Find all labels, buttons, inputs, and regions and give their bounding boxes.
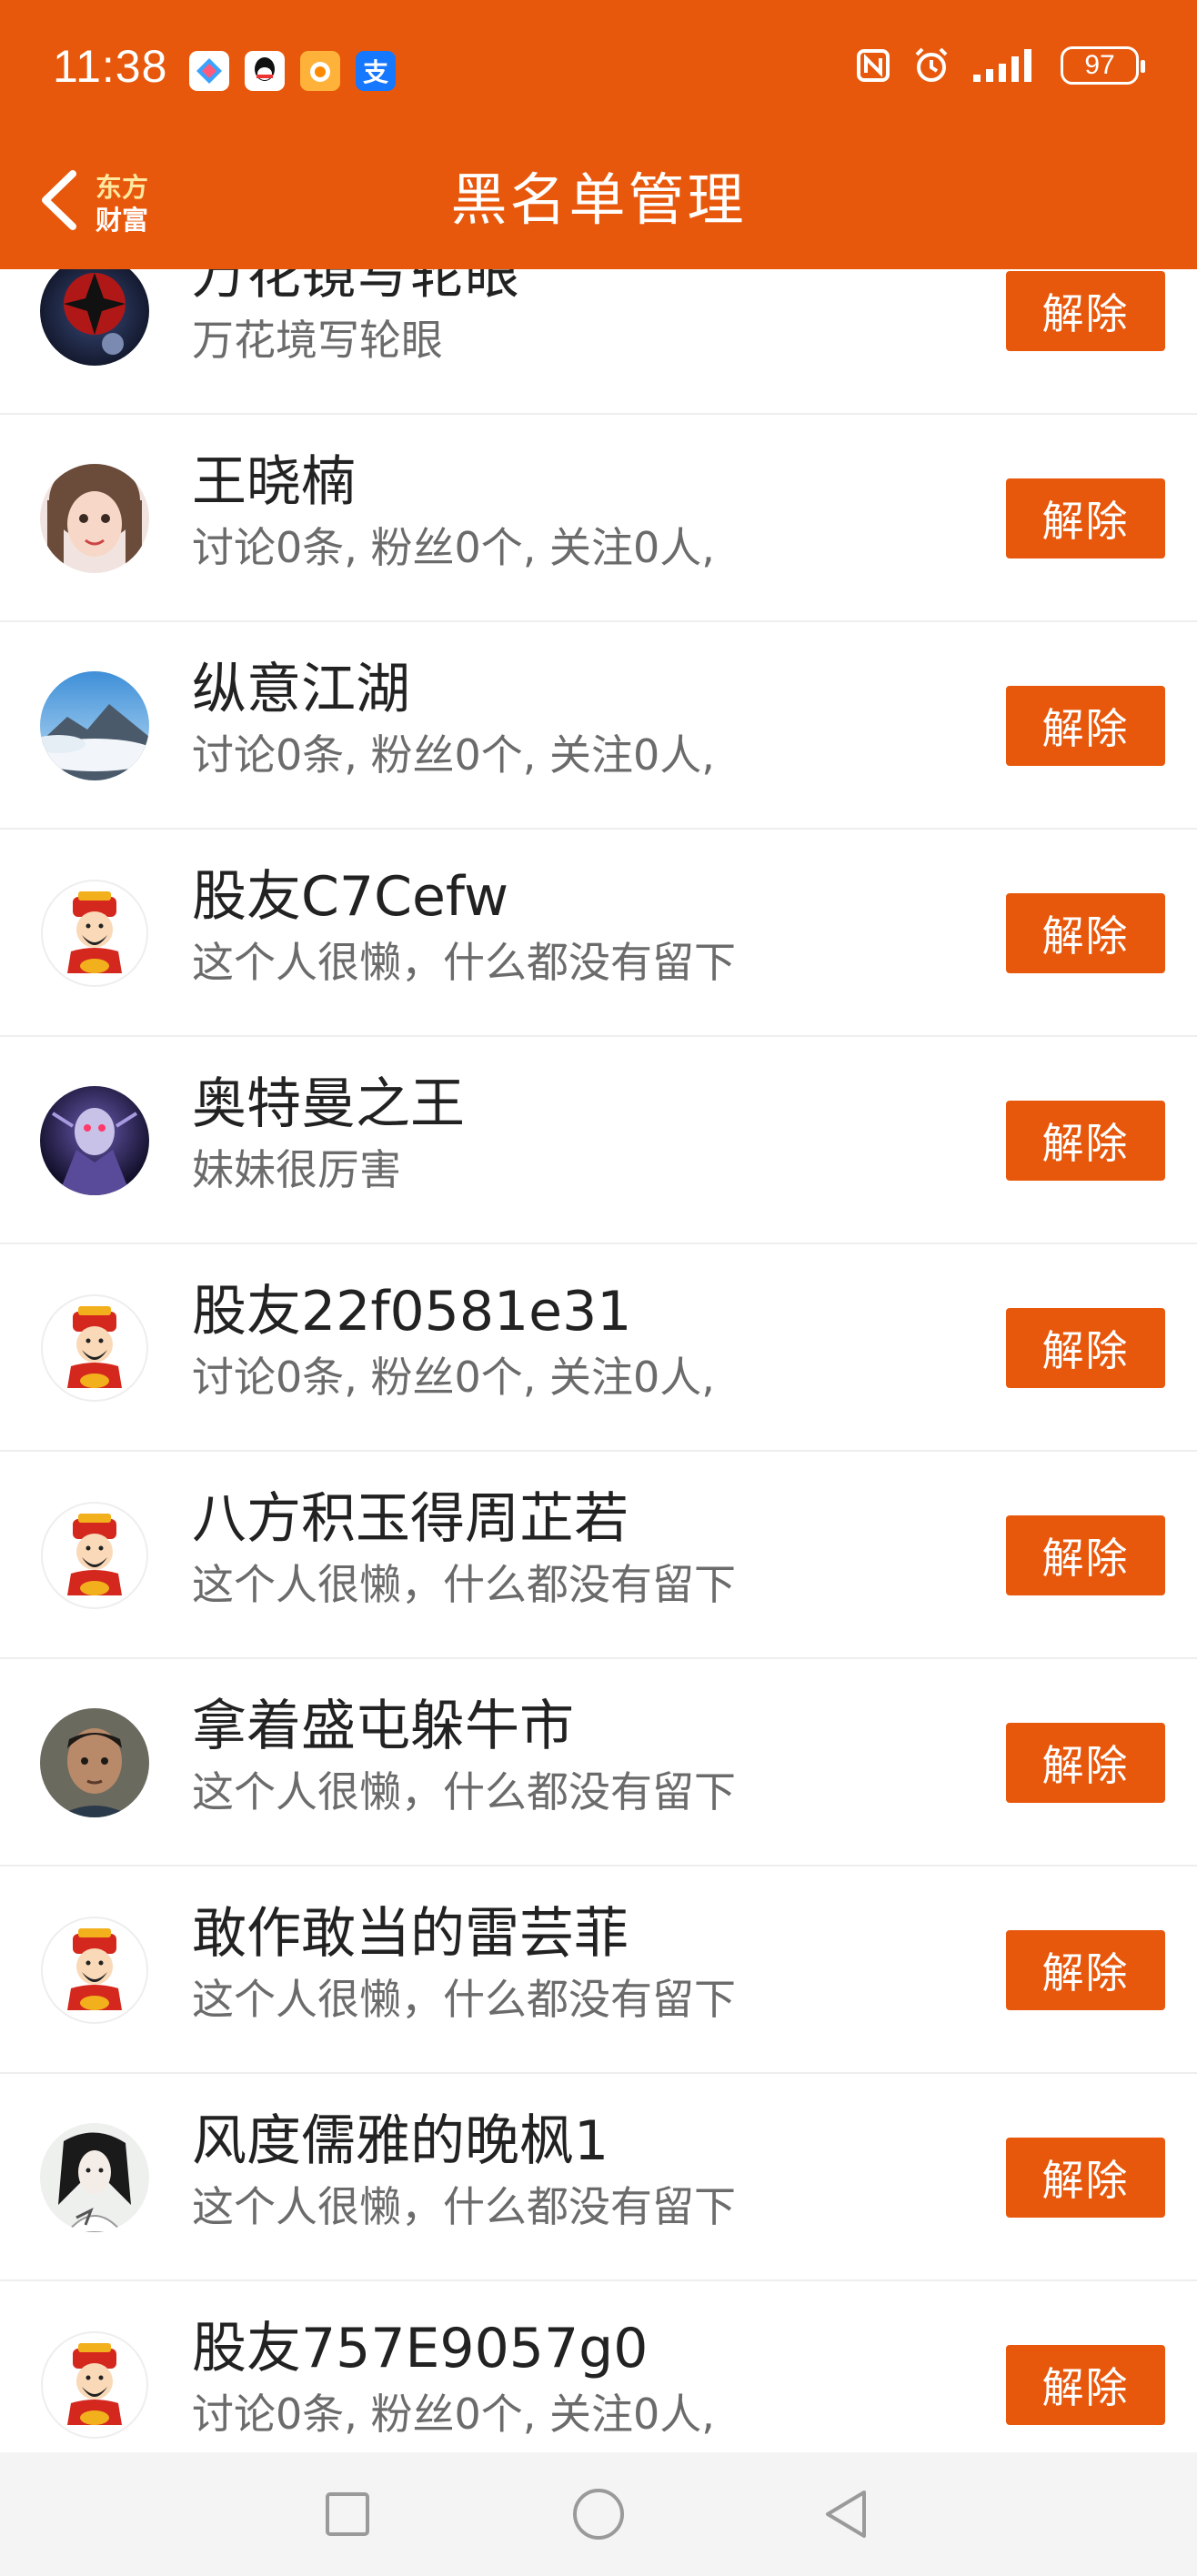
user-name[interactable]: 股友22f0581e31 (192, 1275, 631, 1348)
system-status-icons: 97 (855, 45, 1145, 86)
signal-icon (973, 49, 1031, 82)
user-description: 万花境写轮眼 (192, 316, 443, 365)
user-description: 这个人很懒，什么都没有留下 (192, 2182, 736, 2231)
remove-button[interactable]: 解除 (1006, 271, 1165, 351)
battery-indicator: 97 (1061, 46, 1145, 85)
nav-bar: 东方 财富 黑名单管理 (0, 136, 1197, 269)
app-icon-3 (300, 51, 340, 91)
user-name[interactable]: 风度儒雅的晚枫1 (192, 2105, 609, 2178)
user-name[interactable]: 八方积玉得周芷若 (192, 1483, 629, 1555)
girl-photo-avatar[interactable] (40, 464, 149, 573)
blacklist-row: 八方积玉得周芷若这个人很懒，什么都没有留下 解除 (0, 1452, 1197, 1659)
blacklist-row: 万花镜写轮眼万花境写轮眼 解除 (0, 269, 1197, 415)
user-description: 讨论0条, 粉丝0个, 关注0人, (192, 730, 715, 780)
system-back-button[interactable] (810, 2478, 882, 2551)
blacklist-row: 风度儒雅的晚枫1 这个人很懒，什么都没有留下 解除 (0, 2074, 1197, 2281)
user-description: 这个人很懒，什么都没有留下 (192, 938, 736, 987)
fortune-god-avatar[interactable] (40, 1916, 149, 2025)
blacklist-row: 敢作敢当的雷芸菲这个人很懒，什么都没有留下 解除 (0, 1867, 1197, 2074)
fortune-god-avatar[interactable] (40, 2330, 149, 2440)
home-button[interactable] (562, 2478, 635, 2551)
user-description: 讨论0条, 粉丝0个, 关注0人, (192, 523, 715, 572)
app-icon-1 (189, 51, 229, 91)
remove-button[interactable]: 解除 (1006, 478, 1165, 558)
user-name[interactable]: 万花镜写轮眼 (192, 269, 519, 311)
user-description: 这个人很懒，什么都没有留下 (192, 1975, 736, 2024)
sharingan-avatar[interactable] (40, 269, 149, 366)
user-description: 这个人很懒，什么都没有留下 (192, 1560, 736, 1609)
recents-button[interactable] (311, 2478, 384, 2551)
fortune-god-avatar[interactable] (40, 1293, 149, 1403)
system-nav-bar (0, 2452, 1197, 2576)
user-name[interactable]: 敢作敢当的雷芸菲 (192, 1897, 629, 1970)
back-triangle-icon (826, 2490, 866, 2538)
remove-button[interactable]: 解除 (1006, 893, 1165, 973)
user-description: 讨论0条, 粉丝0个, 关注0人, (192, 1353, 715, 1402)
blacklist-items: 万花镜写轮眼 万花境写轮眼 解除 王晓楠 讨论0条, 粉丝0个, 关注0人, 解除 纵意江湖… (0, 269, 1197, 2452)
user-description: 妹妹很厉害 (192, 1145, 401, 1194)
user-name[interactable]: 王晓楠 (192, 446, 356, 518)
remove-button[interactable]: 解除 (1006, 1723, 1165, 1803)
home-circle-icon (573, 2489, 624, 2540)
status-time: 11:38 (53, 41, 168, 92)
remove-button[interactable]: 解除 (1006, 1308, 1165, 1388)
alarm-icon (915, 47, 948, 82)
remove-button[interactable]: 解除 (1006, 2138, 1165, 2218)
ink-portrait-avatar[interactable] (40, 2123, 149, 2232)
user-name[interactable]: 股友757E9057g0 (192, 2312, 648, 2385)
user-description: 这个人很懒，什么都没有留下 (192, 1767, 736, 1816)
top-bar: 11:38 支 97 东方 财富 黑名单管理 (0, 0, 1197, 269)
qq-icon (245, 51, 285, 91)
page-title: 黑名单管理 (450, 166, 747, 233)
blacklist-row: 奥特曼之王 妹妹很厉害 解除 (0, 1037, 1197, 1244)
user-name[interactable]: 拿着盛屯躲牛市 (192, 1690, 574, 1763)
mountain-avatar[interactable] (40, 671, 149, 780)
alipay-icon: 支 (356, 51, 396, 91)
fortune-god-avatar[interactable] (40, 879, 149, 988)
blacklist-row: 纵意江湖 讨论0条, 粉丝0个, 关注0人, 解除 (0, 622, 1197, 830)
remove-button[interactable]: 解除 (1006, 1515, 1165, 1595)
notification-icons: 支 (189, 51, 396, 91)
fortune-god-avatar[interactable] (40, 1501, 149, 1610)
dark-art-avatar[interactable] (40, 1086, 149, 1195)
user-name[interactable]: 股友C7Cefw (192, 860, 508, 933)
blacklist-row: 王晓楠讨论0条, 粉丝0个, 关注0人, 解除 (0, 415, 1197, 622)
blacklist-row: 股友22f0581e31 讨论0条, 粉丝0个, 关注0人, 解除 (0, 1244, 1197, 1452)
blacklist[interactable]: 万花镜写轮眼 万花境写轮眼 解除 王晓楠 讨论0条, 粉丝0个, 关注0人, 解除 纵意江湖… (0, 269, 1197, 2452)
remove-button[interactable]: 解除 (1006, 1930, 1165, 2010)
boy-photo-avatar[interactable] (40, 1708, 149, 1817)
recents-square-icon (326, 2492, 369, 2536)
user-name[interactable]: 奥特曼之王 (192, 1068, 465, 1141)
user-name[interactable]: 纵意江湖 (192, 653, 410, 726)
remove-button[interactable]: 解除 (1006, 1101, 1165, 1181)
blacklist-row: 拿着盛屯躲牛市 这个人很懒，什么都没有留下 解除 (0, 1659, 1197, 1867)
user-description: 讨论0条, 粉丝0个, 关注0人, (192, 2390, 715, 2439)
status-bar: 11:38 支 97 (0, 0, 1197, 136)
blacklist-row: 股友C7Cefw 这个人很懒，什么都没有留下 解除 (0, 830, 1197, 1037)
remove-button[interactable]: 解除 (1006, 686, 1165, 766)
blacklist-row: 股友757E9057g0 讨论0条, 粉丝0个, 关注0人, 解除 (0, 2281, 1197, 2452)
remove-button[interactable]: 解除 (1006, 2345, 1165, 2425)
nfc-icon (857, 49, 890, 82)
